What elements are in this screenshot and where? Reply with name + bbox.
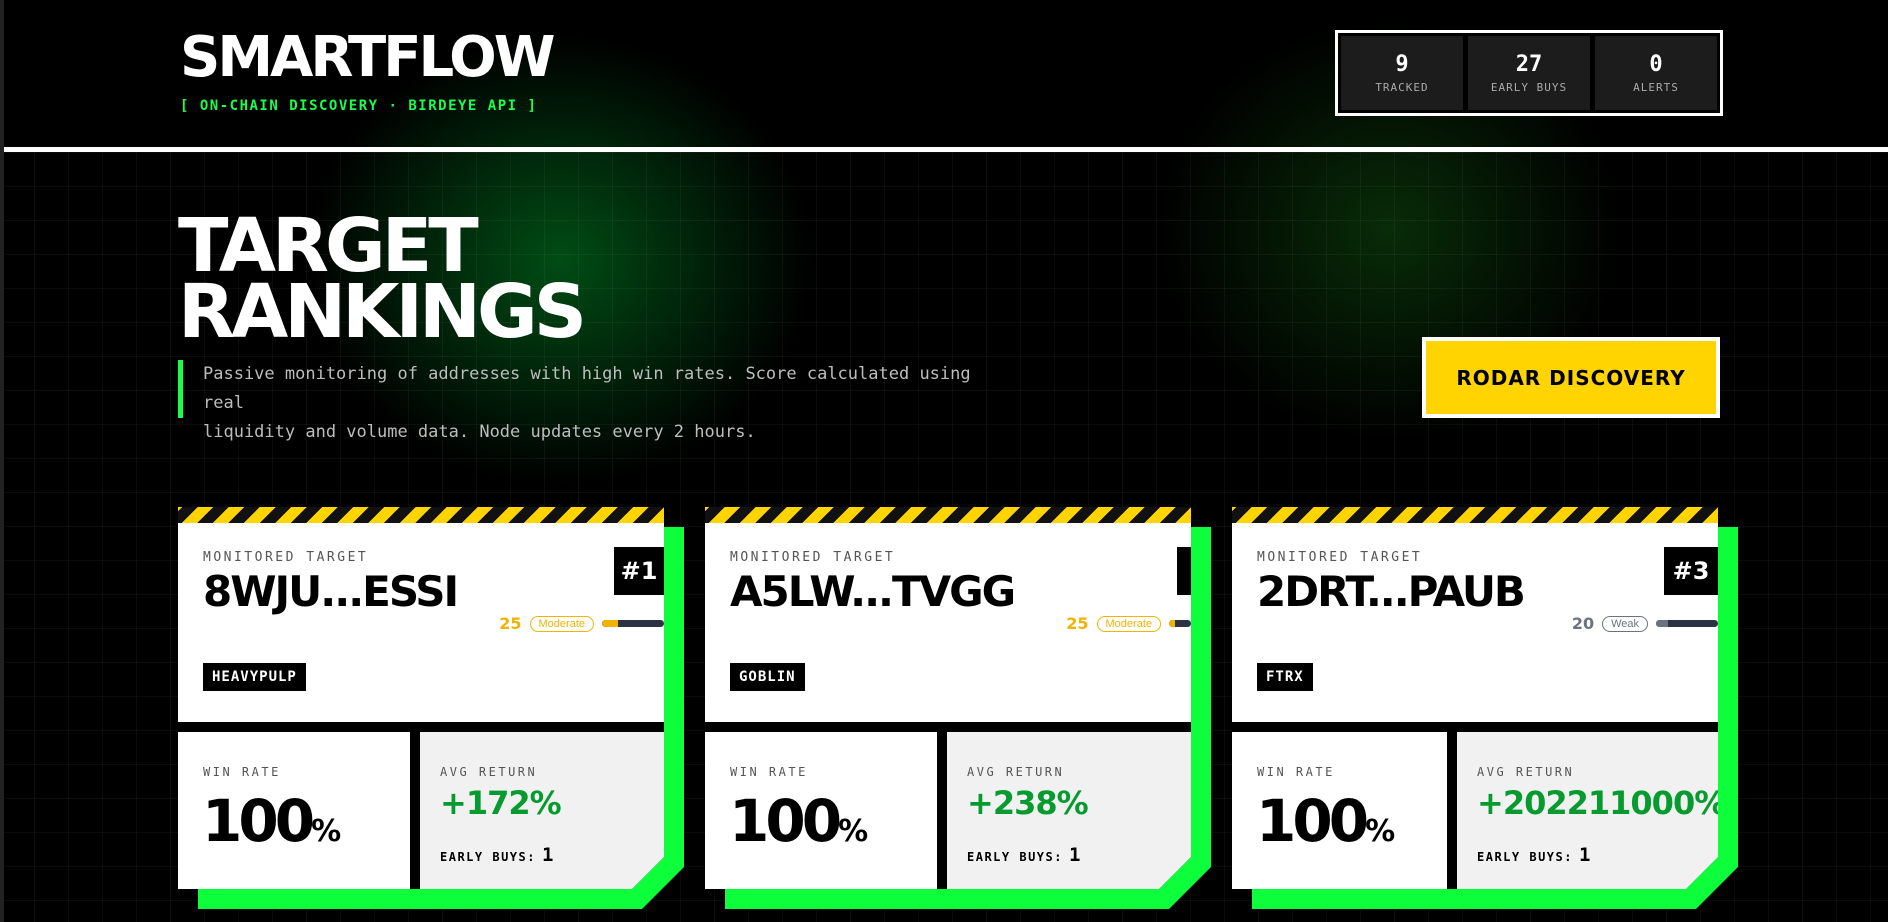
hazard-stripe xyxy=(705,507,1191,523)
token-tag: FTRX xyxy=(1257,663,1313,691)
avg-return-value: +202211000% xyxy=(1477,784,1726,822)
win-rate-panel: WIN RATE 100% xyxy=(705,732,937,889)
score-bar xyxy=(1169,620,1191,627)
target-card[interactable]: MONITORED TARGET 8WJU...ESSI #1 25 Moder… xyxy=(178,507,684,909)
win-rate-label: WIN RATE xyxy=(203,765,281,779)
card-label: MONITORED TARGET xyxy=(203,550,369,565)
stat-label: ALERTS xyxy=(1633,81,1679,94)
score-bar-fill xyxy=(602,620,618,627)
target-address[interactable]: 8WJU...ESSI xyxy=(203,569,457,615)
avg-return-label: AVG RETURN xyxy=(1477,765,1575,779)
rank-badge: #1 xyxy=(614,547,664,595)
target-address[interactable]: 2DRT...PAUB xyxy=(1257,569,1524,615)
stat-label: TRACKED xyxy=(1375,81,1429,94)
score-bar xyxy=(602,620,664,627)
target-address[interactable]: A5LW...TVGG xyxy=(730,569,1014,615)
card-body: MONITORED TARGET A5LW...TVGG #2 25 Moder… xyxy=(705,507,1191,889)
stat-value: 27 xyxy=(1515,52,1543,77)
score-indicator: 20 Weak xyxy=(1572,614,1718,633)
win-rate-unit: % xyxy=(838,814,869,849)
description-line: Passive monitoring of addresses with hig… xyxy=(203,364,971,413)
avg-return-panel: AVG RETURN +172% EARLY BUYS: 1 xyxy=(420,732,664,889)
early-buys-value: 1 xyxy=(541,844,555,866)
score-level-badge: Weak xyxy=(1602,616,1648,632)
early-buys-value: 1 xyxy=(1068,844,1082,866)
token-tag: GOBLIN xyxy=(730,663,805,691)
page-description: Passive monitoring of addresses with hig… xyxy=(178,360,1018,442)
score-bar xyxy=(1656,620,1718,627)
run-discovery-button[interactable]: RODAR DISCOVERY xyxy=(1422,337,1720,418)
stat-label: EARLY BUYS xyxy=(1490,81,1568,94)
card-body: MONITORED TARGET 2DRT...PAUB #3 20 Weak … xyxy=(1232,507,1718,889)
win-rate-value: 100% xyxy=(1256,787,1395,855)
page-title: TARGET RANKINGS xyxy=(178,209,587,355)
header-divider xyxy=(4,147,1888,152)
avg-return-panel: AVG RETURN +238% EARLY BUYS: 1 xyxy=(947,732,1191,889)
rank-badge: #2 xyxy=(1177,547,1191,595)
stat-tracked: 9 TRACKED xyxy=(1341,36,1463,110)
token-tag: HEAVYPULP xyxy=(203,663,306,691)
stat-value: 9 xyxy=(1395,52,1409,77)
win-rate-panel: WIN RATE 100% xyxy=(1232,732,1447,889)
win-rate-number: 100 xyxy=(1256,787,1366,855)
rank-badge: #3 xyxy=(1664,547,1718,595)
win-rate-number: 100 xyxy=(729,787,839,855)
early-buys-row: EARLY BUYS: 1 xyxy=(967,844,1082,866)
card-body: MONITORED TARGET 8WJU...ESSI #1 25 Moder… xyxy=(178,507,664,889)
score-indicator: 25 Moderate xyxy=(1066,614,1191,633)
win-rate-unit: % xyxy=(1365,814,1396,849)
card-header-panel: MONITORED TARGET A5LW...TVGG #2 25 Moder… xyxy=(705,523,1191,722)
target-card[interactable]: MONITORED TARGET 2DRT...PAUB #3 20 Weak … xyxy=(1232,507,1738,909)
card-header-panel: MONITORED TARGET 8WJU...ESSI #1 25 Moder… xyxy=(178,523,664,722)
score-level-badge: Moderate xyxy=(1097,616,1161,632)
site-tagline: [ ON-CHAIN DISCOVERY · BIRDEYE API ] xyxy=(180,98,538,114)
stat-value: 0 xyxy=(1649,52,1663,77)
hazard-stripe xyxy=(1232,507,1718,523)
stats-panel: 9 TRACKED 27 EARLY BUYS 0 ALERTS xyxy=(1335,30,1723,116)
score-bar-fill xyxy=(1656,620,1668,627)
win-rate-number: 100 xyxy=(202,787,312,855)
early-buys-label: EARLY BUYS: xyxy=(1477,850,1573,864)
score-value: 25 xyxy=(499,614,522,633)
score-indicator: 25 Moderate xyxy=(499,614,664,633)
early-buys-value: 1 xyxy=(1578,844,1592,866)
win-rate-value: 100% xyxy=(729,787,868,855)
win-rate-label: WIN RATE xyxy=(730,765,808,779)
early-buys-row: EARLY BUYS: 1 xyxy=(1477,844,1592,866)
card-label: MONITORED TARGET xyxy=(1257,550,1423,565)
early-buys-row: EARLY BUYS: 1 xyxy=(440,844,555,866)
target-card[interactable]: MONITORED TARGET A5LW...TVGG #2 25 Moder… xyxy=(705,507,1211,909)
hazard-stripe xyxy=(178,507,664,523)
score-value: 20 xyxy=(1571,614,1595,633)
avg-return-value: +172% xyxy=(440,784,561,822)
early-buys-label: EARLY BUYS: xyxy=(440,850,536,864)
win-rate-value: 100% xyxy=(202,787,341,855)
avg-return-value: +238% xyxy=(967,784,1088,822)
avg-return-label: AVG RETURN xyxy=(440,765,538,779)
win-rate-panel: WIN RATE 100% xyxy=(178,732,410,889)
avg-return-panel: AVG RETURN +202211000% EARLY BUYS: 1 xyxy=(1457,732,1718,889)
site-logo[interactable]: SMARTFLOW xyxy=(180,30,556,86)
stat-alerts: 0 ALERTS xyxy=(1595,36,1717,110)
page-title-line: RANKINGS xyxy=(178,269,587,355)
win-rate-unit: % xyxy=(311,814,342,849)
avg-return-label: AVG RETURN xyxy=(967,765,1065,779)
score-bar-fill xyxy=(1169,620,1175,627)
site-header: SMARTFLOW [ ON-CHAIN DISCOVERY · BIRDEYE… xyxy=(4,0,1888,148)
score-level-badge: Moderate xyxy=(530,616,594,632)
early-buys-label: EARLY BUYS: xyxy=(967,850,1063,864)
score-value: 25 xyxy=(1066,614,1089,633)
description-line: liquidity and volume data. Node updates … xyxy=(203,422,756,442)
card-label: MONITORED TARGET xyxy=(730,550,896,565)
win-rate-label: WIN RATE xyxy=(1257,765,1335,779)
stat-early-buys: 27 EARLY BUYS xyxy=(1468,36,1590,110)
card-header-panel: MONITORED TARGET 2DRT...PAUB #3 20 Weak xyxy=(1232,523,1718,722)
